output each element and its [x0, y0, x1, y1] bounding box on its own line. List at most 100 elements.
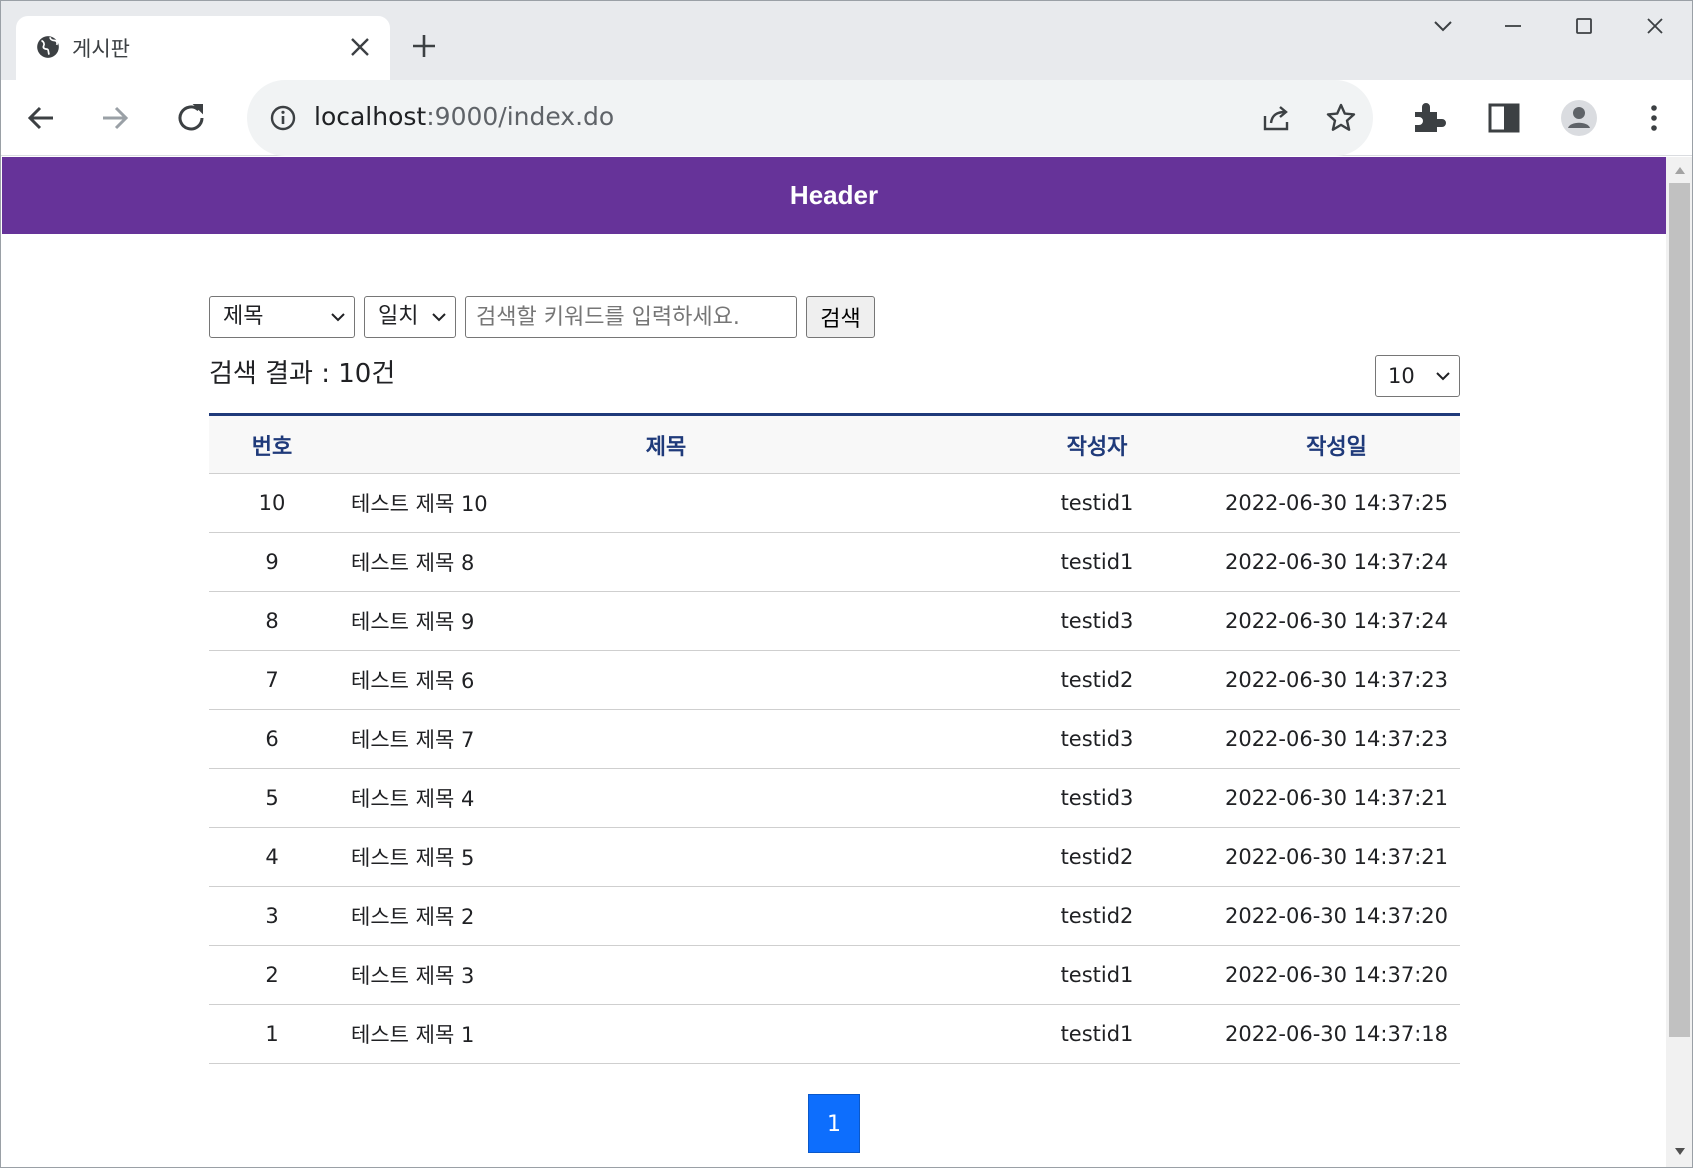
board-table: 번호 제목 작성자 작성일 10 테스트 제목 10 testid1 2022-…	[209, 413, 1460, 1064]
column-header-no: 번호	[209, 413, 335, 474]
column-header-date: 작성일	[1213, 413, 1460, 474]
close-icon[interactable]	[345, 32, 375, 62]
row-date: 2022-06-30 14:37:23	[1213, 709, 1460, 769]
row-date: 2022-06-30 14:37:21	[1213, 827, 1460, 887]
url-text: localhost:9000/index.do	[314, 102, 614, 131]
address-bar[interactable]: localhost:9000/index.do	[247, 80, 1373, 156]
row-title-link[interactable]: 테스트 제목 2	[335, 886, 981, 946]
row-date: 2022-06-30 14:37:18	[1213, 1004, 1460, 1064]
row-writer: testid2	[981, 886, 1213, 946]
table-header-row: 번호 제목 작성자 작성일	[209, 413, 1460, 474]
row-title-link[interactable]: 테스트 제목 8	[335, 532, 981, 592]
reload-icon[interactable]	[171, 98, 211, 138]
row-title-link[interactable]: 테스트 제목 1	[335, 1004, 981, 1064]
share-icon[interactable]	[1259, 100, 1295, 136]
close-icon[interactable]	[1635, 11, 1675, 41]
row-writer: testid1	[981, 945, 1213, 1005]
search-input[interactable]	[465, 296, 797, 338]
table-row[interactable]: 10 테스트 제목 10 testid1 2022-06-30 14:37:25	[209, 473, 1460, 533]
back-icon[interactable]	[21, 98, 61, 138]
chevron-down-icon	[331, 313, 345, 322]
menu-icon[interactable]	[1634, 98, 1674, 138]
scroll-down-icon[interactable]	[1674, 1147, 1686, 1157]
row-no: 10	[209, 473, 335, 533]
table-row[interactable]: 4 테스트 제목 5 testid2 2022-06-30 14:37:21	[209, 827, 1460, 887]
row-no: 7	[209, 650, 335, 710]
row-no: 4	[209, 827, 335, 887]
row-date: 2022-06-30 14:37:24	[1213, 532, 1460, 592]
search-button[interactable]: 검색	[806, 296, 875, 338]
search-match-value: 일치	[378, 304, 419, 329]
row-no: 3	[209, 886, 335, 946]
result-count: 검색 결과 : 10건	[209, 359, 396, 389]
row-no: 2	[209, 945, 335, 1005]
search-field-value: 제목	[223, 304, 264, 329]
table-row[interactable]: 6 테스트 제목 7 testid3 2022-06-30 14:37:23	[209, 709, 1460, 769]
row-title-link[interactable]: 테스트 제목 5	[335, 827, 981, 887]
search-match-select[interactable]: 일치	[364, 296, 456, 338]
scroll-up-icon[interactable]	[1674, 165, 1686, 175]
row-writer: testid1	[981, 473, 1213, 533]
page-size-select[interactable]: 10	[1375, 355, 1460, 397]
row-no: 8	[209, 591, 335, 651]
chevron-down-icon	[432, 313, 446, 322]
column-header-writer: 작성자	[981, 413, 1213, 474]
row-no: 1	[209, 1004, 335, 1064]
maximize-icon[interactable]	[1564, 11, 1604, 41]
row-title-link[interactable]: 테스트 제목 7	[335, 709, 981, 769]
browser-tab[interactable]: 게시판	[16, 16, 390, 80]
page-scrollbar[interactable]	[1666, 157, 1692, 1167]
scrollbar-thumb[interactable]	[1669, 183, 1690, 1037]
page-size-value: 10	[1388, 364, 1415, 388]
table-row[interactable]: 5 테스트 제목 4 testid3 2022-06-30 14:37:21	[209, 768, 1460, 828]
row-writer: testid3	[981, 591, 1213, 651]
page-viewport: Header 제목 일치 검색 검색 결과 : 10건 10 번호 제목	[2, 157, 1666, 1167]
url-host: localhost	[314, 102, 427, 131]
side-panel-icon[interactable]	[1484, 98, 1524, 138]
search-field-select[interactable]: 제목	[209, 296, 355, 338]
row-no: 5	[209, 768, 335, 828]
row-date: 2022-06-30 14:37:23	[1213, 650, 1460, 710]
row-title-link[interactable]: 테스트 제목 6	[335, 650, 981, 710]
table-row[interactable]: 2 테스트 제목 3 testid1 2022-06-30 14:37:20	[209, 945, 1460, 1005]
row-title-link[interactable]: 테스트 제목 9	[335, 591, 981, 651]
row-writer: testid1	[981, 532, 1213, 592]
table-row[interactable]: 8 테스트 제목 9 testid3 2022-06-30 14:37:24	[209, 591, 1460, 651]
browser-toolbar: localhost:9000/index.do	[1, 80, 1692, 156]
row-title-link[interactable]: 테스트 제목 4	[335, 768, 981, 828]
info-icon[interactable]	[269, 104, 297, 132]
url-path: :9000/index.do	[426, 102, 615, 131]
column-header-title: 제목	[335, 413, 981, 474]
forward-icon[interactable]	[95, 98, 135, 138]
minimize-icon[interactable]	[1493, 11, 1533, 41]
row-writer: testid2	[981, 827, 1213, 887]
row-title-link[interactable]: 테스트 제목 10	[335, 473, 981, 533]
tab-title: 게시판	[72, 37, 130, 61]
table-row[interactable]: 3 테스트 제목 2 testid2 2022-06-30 14:37:20	[209, 886, 1460, 946]
row-date: 2022-06-30 14:37:21	[1213, 768, 1460, 828]
plus-icon[interactable]	[409, 31, 439, 61]
profile-icon[interactable]	[1559, 98, 1599, 138]
row-date: 2022-06-30 14:37:20	[1213, 945, 1460, 1005]
row-date: 2022-06-30 14:37:25	[1213, 473, 1460, 533]
row-no: 9	[209, 532, 335, 592]
tab-strip: 게시판	[1, 1, 1692, 80]
page-header: Header	[2, 157, 1666, 234]
row-title-link[interactable]: 테스트 제목 3	[335, 945, 981, 1005]
table-row[interactable]: 9 테스트 제목 8 testid1 2022-06-30 14:37:24	[209, 532, 1460, 592]
page-button-current[interactable]: 1	[808, 1094, 860, 1153]
row-date: 2022-06-30 14:37:24	[1213, 591, 1460, 651]
browser-window: 게시판 localhost:9000/index.do Header 제목 일치…	[0, 0, 1693, 1168]
star-icon[interactable]	[1323, 100, 1359, 136]
extensions-icon[interactable]	[1409, 98, 1449, 138]
table-row[interactable]: 7 테스트 제목 6 testid2 2022-06-30 14:37:23	[209, 650, 1460, 710]
row-writer: testid1	[981, 1004, 1213, 1064]
chevron-down-icon[interactable]	[1423, 11, 1463, 41]
row-date: 2022-06-30 14:37:20	[1213, 886, 1460, 946]
globe-icon	[37, 36, 59, 58]
chevron-down-icon	[1436, 372, 1450, 381]
row-no: 6	[209, 709, 335, 769]
row-writer: testid3	[981, 768, 1213, 828]
table-row[interactable]: 1 테스트 제목 1 testid1 2022-06-30 14:37:18	[209, 1004, 1460, 1064]
row-writer: testid3	[981, 709, 1213, 769]
